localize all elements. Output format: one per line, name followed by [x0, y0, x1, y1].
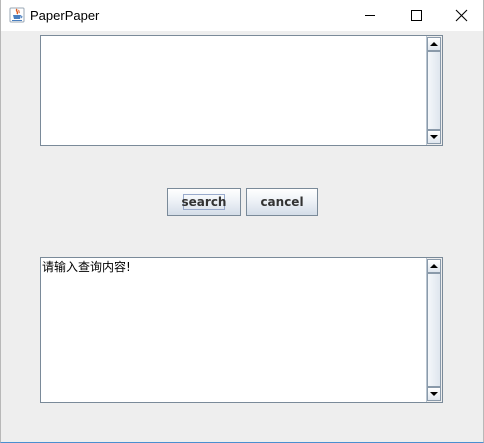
scroll-thumb[interactable] — [427, 273, 441, 387]
query-input-scrollpane — [40, 35, 443, 146]
arrow-down-icon — [430, 135, 438, 139]
result-output-scrollbar[interactable] — [426, 258, 442, 402]
app-window: PaperPaper search cancel 请输入查询内容! — [0, 0, 484, 443]
title-bar[interactable]: PaperPaper — [1, 0, 483, 31]
window-title: PaperPaper — [30, 8, 100, 23]
arrow-up-icon — [430, 42, 438, 46]
search-button[interactable]: search — [167, 188, 241, 216]
maximize-button[interactable] — [393, 0, 439, 31]
minimize-icon — [365, 15, 375, 16]
cancel-button[interactable]: cancel — [246, 188, 318, 216]
maximize-icon — [411, 10, 422, 21]
scroll-down-button[interactable] — [427, 387, 441, 401]
arrow-up-icon — [430, 264, 438, 268]
query-input-textarea[interactable] — [41, 36, 426, 145]
scroll-up-button[interactable] — [427, 37, 441, 51]
close-button[interactable] — [438, 0, 484, 31]
arrow-down-icon — [430, 392, 438, 396]
scroll-up-button[interactable] — [427, 259, 441, 273]
minimize-button[interactable] — [347, 0, 393, 31]
cancel-button-label: cancel — [260, 195, 304, 209]
query-input-scrollbar[interactable] — [426, 36, 442, 145]
scroll-thumb[interactable] — [427, 51, 441, 130]
result-output-textarea[interactable]: 请输入查询内容! — [41, 258, 426, 402]
scroll-down-button[interactable] — [427, 130, 441, 144]
close-icon — [455, 9, 468, 22]
search-button-label: search — [181, 195, 227, 209]
java-cup-icon — [9, 7, 25, 23]
result-output-scrollpane: 请输入查询内容! — [40, 257, 443, 403]
